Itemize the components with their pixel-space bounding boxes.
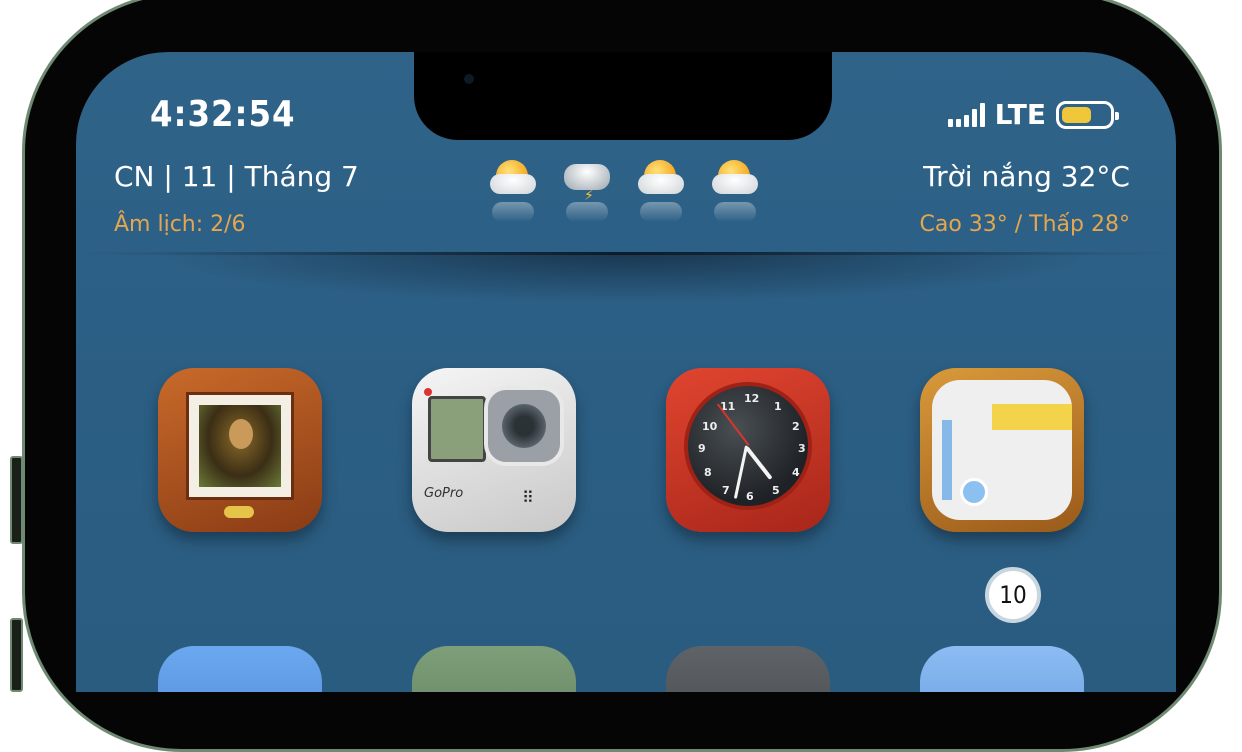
weather-forecast[interactable]: ⚡ — [490, 156, 758, 236]
widget-lunar-date: Âm lịch: 2/6 — [114, 212, 246, 237]
front-camera — [464, 74, 474, 84]
hour-hand — [744, 446, 773, 480]
partly-sunny-icon — [490, 156, 536, 236]
app-icon-row2-3[interactable] — [666, 646, 830, 692]
clock-app-icon[interactable]: 12 1 2 3 4 5 6 7 8 9 10 11 — [666, 368, 830, 532]
framed-painting-icon — [186, 392, 294, 500]
camera-app-icon[interactable]: GoPro ⠿ — [412, 368, 576, 532]
widget-shelf-shadow — [76, 252, 1176, 312]
network-type: LTE — [994, 98, 1046, 131]
status-indicators: LTE — [947, 98, 1119, 131]
widget-temperature-range: Cao 33° / Thấp 28° — [919, 212, 1130, 237]
notch — [414, 52, 832, 140]
widget-weather-condition: Trời nắng 32°C — [923, 160, 1130, 193]
gopro-logo: GoPro — [424, 486, 464, 501]
volume-down-button — [10, 618, 23, 692]
partly-sunny-icon — [712, 156, 758, 236]
signal-bars-icon — [947, 102, 985, 127]
app-icon-row2-2[interactable] — [412, 646, 576, 692]
battery-icon — [1056, 100, 1119, 129]
gopro-camera-icon — [428, 396, 486, 462]
widget-date: CN | 11 | Tháng 7 — [114, 160, 359, 193]
maps-app-icon[interactable] — [920, 368, 1084, 532]
battery-fill — [1062, 106, 1091, 123]
notification-badge: 10 — [985, 567, 1041, 623]
photos-app-icon[interactable] — [158, 368, 322, 532]
app-icon-row2-4[interactable] — [920, 646, 1084, 692]
app-icon-row2-1[interactable] — [158, 646, 322, 692]
analog-clock-icon: 12 1 2 3 4 5 6 7 8 9 10 11 — [684, 382, 812, 510]
partly-sunny-icon — [638, 156, 684, 236]
volume-up-button — [10, 456, 23, 544]
status-time: 4:32:54 — [150, 94, 296, 135]
widget-shelf-divider — [76, 252, 1176, 255]
thunderstorm-icon: ⚡ — [564, 156, 610, 236]
map-icon — [932, 380, 1072, 520]
